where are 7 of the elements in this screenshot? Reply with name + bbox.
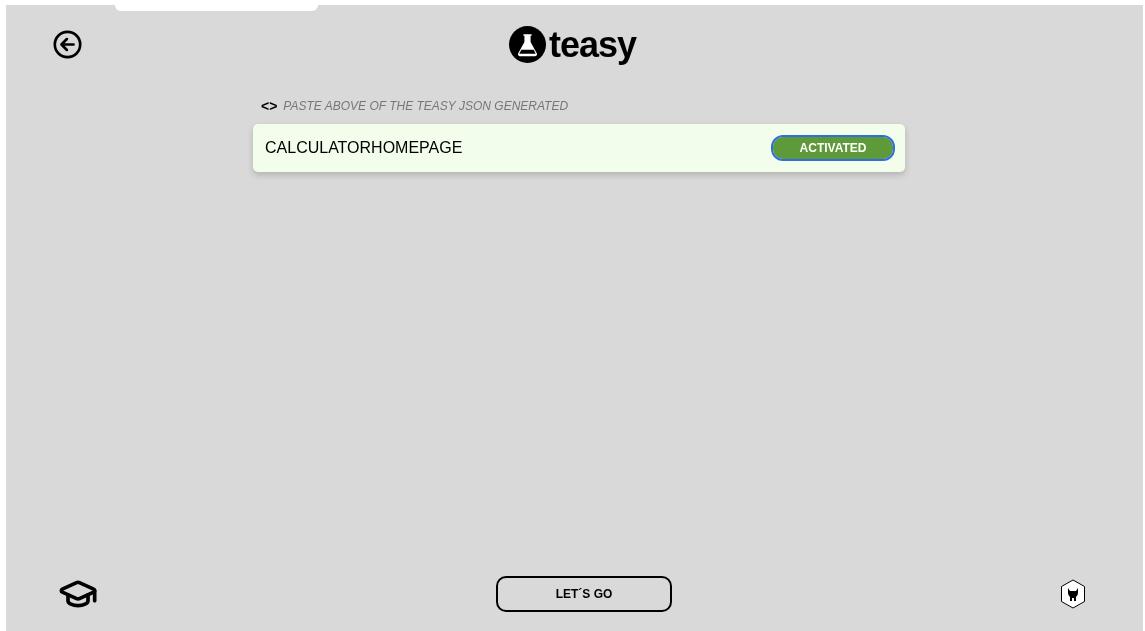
- hexagon-cat-icon[interactable]: [1060, 579, 1086, 609]
- flask-logo-icon: [508, 26, 546, 63]
- code-icon: <>: [261, 99, 278, 113]
- test-name: CALCULATORHOMEPAGE: [265, 138, 463, 158]
- logo-text: teasy: [548, 26, 636, 63]
- lets-go-button[interactable]: LET´S GO: [496, 576, 672, 612]
- hint-text: PASTE ABOVE OF THE TEASY JSON GENERATED: [283, 98, 569, 115]
